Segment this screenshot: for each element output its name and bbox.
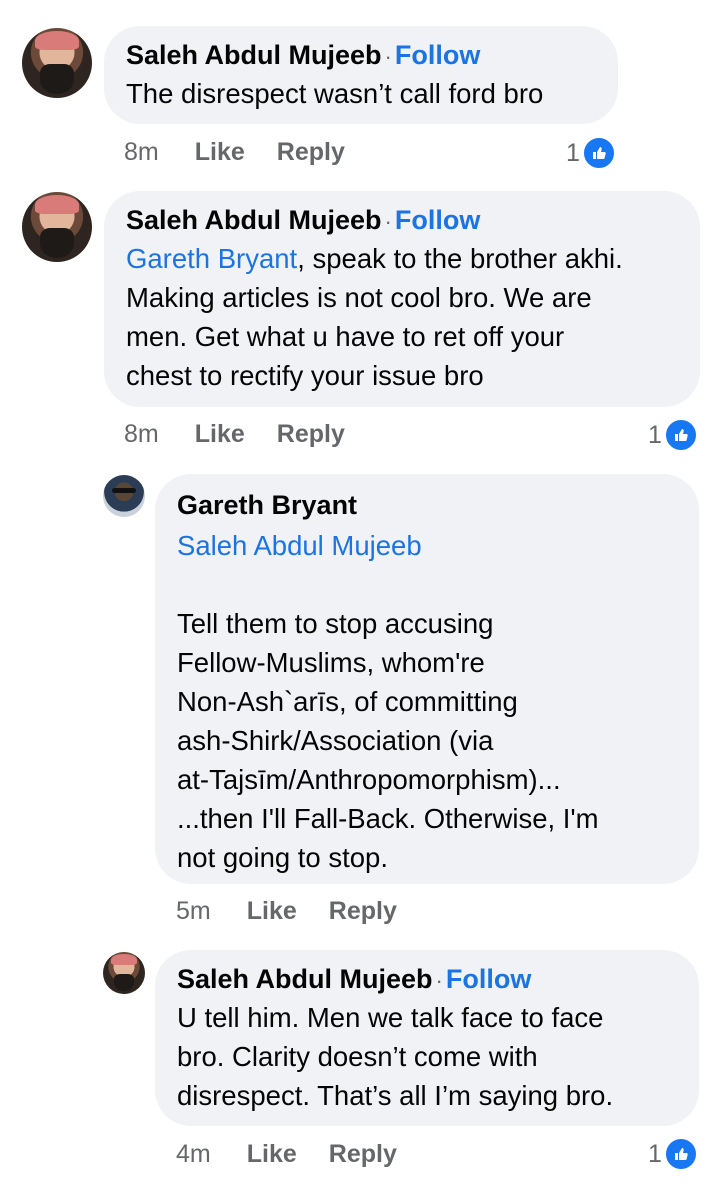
comment-text: The disrespect wasn’t call ford bro [126,78,544,109]
comment-bubble: Saleh Abdul Mujeeb · Follow The disrespect… [104,26,618,124]
like-thumbs-up-icon [663,1137,698,1171]
author-name[interactable]: Saleh Abdul Mujeeb [126,205,382,235]
reply-button[interactable]: Reply [277,138,345,166]
like-thumbs-up-icon [581,136,616,170]
reaction-count[interactable]: 1 [566,136,616,170]
like-button[interactable]: Like [247,1140,297,1168]
avatar[interactable] [103,475,145,517]
reply-button[interactable]: Reply [329,1140,397,1168]
timestamp[interactable]: 4m [176,1140,211,1168]
author-name[interactable]: Gareth Bryant [177,488,679,522]
like-button[interactable]: Like [195,138,245,166]
comment-actions: 4m Like Reply [176,1140,429,1169]
avatar[interactable] [22,28,92,98]
comment-text: Tell them to stop accusing Fellow-Muslims… [177,608,599,873]
reply-button[interactable]: Reply [329,897,397,925]
reply-bubble: Gareth Bryant Saleh Abdul Mujeeb Tell th… [155,474,699,884]
follow-button[interactable]: Follow [395,40,480,70]
comment-actions: 5m Like Reply [176,897,429,926]
timestamp[interactable]: 8m [124,420,159,448]
mention-link[interactable]: Gareth Bryant [126,243,297,274]
mention-link[interactable]: Saleh Abdul Mujeeb [177,526,679,565]
follow-button[interactable]: Follow [395,205,480,235]
author-name[interactable]: Saleh Abdul Mujeeb [126,40,382,70]
timestamp[interactable]: 8m [124,138,159,166]
comment-actions: 8m Like Reply [124,420,377,449]
avatar[interactable] [103,952,145,994]
timestamp[interactable]: 5m [176,897,211,925]
follow-button[interactable]: Follow [446,964,531,994]
comment-actions: 8m Like Reply [124,138,377,167]
comment-bubble: Saleh Abdul Mujeeb · Follow Gareth Bryant,… [104,191,700,407]
reply-button[interactable]: Reply [277,420,345,448]
reply-bubble: Saleh Abdul Mujeeb · Follow U tell him. Me… [155,950,699,1126]
comment-text: U tell him. Men we talk face to face bro.… [177,1002,614,1111]
like-button[interactable]: Like [247,897,297,925]
reaction-count[interactable]: 1 [648,418,698,452]
like-thumbs-up-icon [663,418,698,452]
avatar[interactable] [22,192,92,262]
reaction-count[interactable]: 1 [648,1137,698,1171]
author-name[interactable]: Saleh Abdul Mujeeb [177,964,433,994]
like-button[interactable]: Like [195,420,245,448]
comment-text: Gareth Bryant, speak to the brother akhi… [126,243,623,391]
